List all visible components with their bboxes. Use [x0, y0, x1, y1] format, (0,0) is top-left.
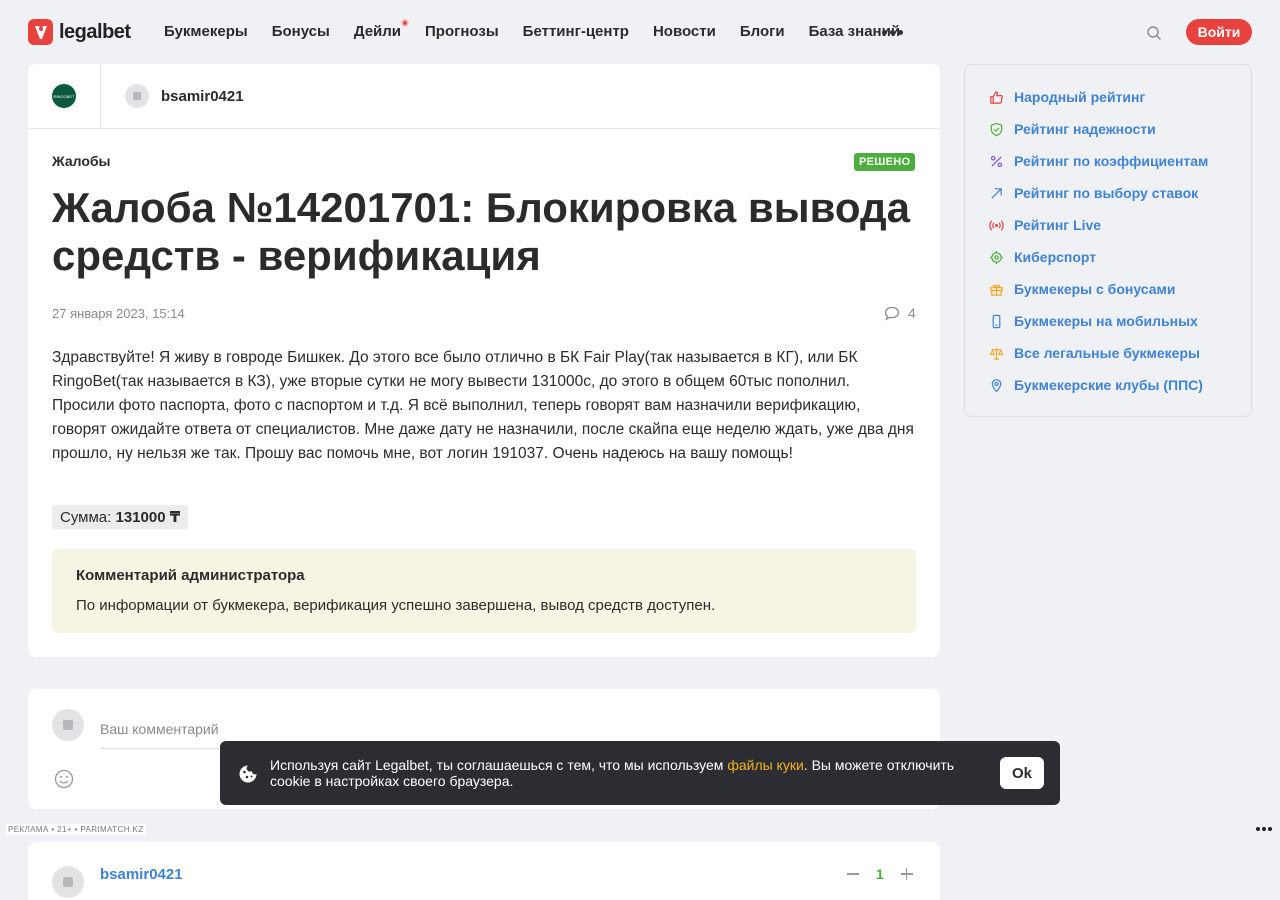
sidebar-item-mobile-bookmakers[interactable]: Букмекеры на мобильных [989, 313, 1198, 329]
complaint-card: RINGOBET bsamir0421 Жалобы РЕШЕНО Жалоба… [28, 64, 940, 657]
sidebar-item-label: Букмекерские клубы (ППС) [1014, 377, 1203, 393]
nav-item-news[interactable]: Новости [653, 23, 716, 40]
header: legalbet Букмекеры Бонусы Дейли Прогнозы… [0, 0, 1280, 64]
admin-comment-title: Комментарий администратора [76, 567, 305, 584]
search-icon[interactable] [1146, 25, 1162, 41]
user-avatar [52, 709, 84, 741]
sidebar-item-label: Все легальные букмекеры [1014, 345, 1200, 361]
sidebar-item-label: Букмекеры с бонусами [1014, 281, 1176, 297]
nav-item-blogs[interactable]: Блоги [740, 23, 785, 40]
arrow-up-right-icon [991, 187, 1002, 199]
sidebar-item-people-rating[interactable]: Народный рейтинг [989, 89, 1145, 105]
bookmaker-logo[interactable]: RINGOBET [52, 84, 76, 108]
vote-count: 1 [876, 866, 884, 882]
sidebar-item-live-rating[interactable]: Рейтинг Live [989, 217, 1101, 233]
sidebar-item-label: Рейтинг по выбору ставок [1014, 185, 1199, 201]
commenter-avatar[interactable] [52, 866, 84, 898]
cookie-ok-button[interactable]: Ok [1000, 757, 1044, 789]
cookie-policy-link[interactable]: файлы куки [727, 757, 803, 773]
nav-item-daily[interactable]: Дейли [353, 19, 410, 40]
sidebar-item-odds-rating[interactable]: Рейтинг по коэффициентам [989, 153, 1208, 169]
login-button[interactable]: Войти [1186, 19, 1252, 45]
main-nav: Букмекеры Бонусы Дейли Прогнозы Беттинг-… [164, 19, 924, 40]
vote-up-button[interactable] [900, 865, 914, 883]
nav-item-daily-label: Дейли [353, 23, 402, 40]
complaint-date: 27 января 2023, 15:14 [52, 306, 185, 321]
logo[interactable]: legalbet [28, 19, 131, 45]
sidebar-item-label: Киберспорт [1014, 249, 1097, 265]
admin-comment: Комментарий администратора По информации… [52, 549, 916, 633]
nav-item-predictions[interactable]: Прогнозы [425, 23, 499, 40]
sidebar-item-bet-choice-rating[interactable]: Рейтинг по выбору ставок [989, 185, 1198, 201]
sidebar-item-label: Букмекеры на мобильных [1014, 313, 1198, 329]
location-pin-icon [991, 378, 1002, 393]
nav-item-betting-center[interactable]: Беттинг-центр [523, 23, 629, 40]
sidebar-item-label: Рейтинг надежности [1014, 121, 1156, 137]
shield-check-icon [990, 122, 1003, 136]
sidebar-item-label: Рейтинг по коэффициентам [1014, 153, 1209, 169]
target-icon [989, 250, 1004, 264]
comment-entry: bsamir0421 1 [28, 842, 940, 900]
ratings-sidebar: Народный рейтинг Рейтинг надежности Рейт… [964, 64, 1252, 417]
gift-icon [990, 284, 1003, 296]
amount: Сумма: 131000 ₸ [52, 505, 189, 529]
sidebar-item-bonus-bookmakers[interactable]: Букмекеры с бонусами [989, 281, 1175, 297]
thumb-up-icon [990, 90, 1003, 104]
status-badge: РЕШЕНО [854, 153, 916, 171]
page-title: Жалоба №14201701: Блокировка вывода сред… [52, 184, 910, 279]
notification-dot-icon [401, 19, 410, 27]
complaint-header: RINGOBET bsamir0421 [28, 64, 940, 129]
comments-count[interactable]: 4 [884, 305, 916, 321]
sidebar-item-legal-bookmakers[interactable]: Все легальные букмекеры [989, 345, 1200, 361]
emoji-icon[interactable] [54, 769, 74, 789]
more-menu-icon[interactable] [882, 30, 903, 35]
commenter-name[interactable]: bsamir0421 [100, 866, 183, 883]
comment-bubble-icon [884, 306, 900, 321]
nav-item-bookmakers[interactable]: Букмекеры [164, 23, 248, 40]
author-avatar[interactable] [125, 84, 149, 108]
cookie-banner: Используя сайт Legalbet, ты соглашаешься… [220, 741, 1060, 805]
logo-text: legalbet [59, 20, 131, 43]
cookie-icon [239, 765, 257, 783]
complaint-body: Здравствуйте! Я живу в говроде Бишкек. Д… [52, 349, 914, 462]
scales-icon [989, 347, 1004, 360]
amount-label: Сумма: [60, 509, 112, 526]
cookie-text-before: Используя сайт Legalbet, ты соглашаешься… [270, 757, 728, 773]
sidebar-item-esports[interactable]: Киберспорт [989, 249, 1096, 265]
comments-count-value: 4 [908, 305, 916, 321]
ad-options-icon[interactable] [1256, 827, 1272, 831]
percent-icon [990, 155, 1003, 167]
divider [100, 64, 101, 129]
mobile-icon [992, 314, 1001, 328]
author-name[interactable]: bsamir0421 [161, 88, 244, 105]
sidebar-item-reliability-rating[interactable]: Рейтинг надежности [989, 121, 1156, 137]
broadcast-icon [989, 219, 1004, 231]
vote-down-button[interactable] [846, 865, 860, 883]
sidebar-item-bookmaker-clubs[interactable]: Букмекерские клубы (ППС) [989, 377, 1203, 393]
ad-label: РЕКЛАМА • 21+ • PARIMATCH.KZ [6, 824, 146, 835]
nav-item-bonuses[interactable]: Бонусы [272, 23, 330, 40]
logo-mark-icon [28, 19, 53, 45]
category-link[interactable]: Жалобы [52, 153, 110, 169]
sidebar-item-label: Народный рейтинг [1014, 89, 1146, 105]
admin-comment-text: По информации от букмекера, верификация … [76, 597, 716, 614]
vote-control: 1 [846, 865, 914, 883]
sidebar-item-label: Рейтинг Live [1014, 217, 1102, 233]
amount-value: 131000 ₸ [115, 509, 181, 526]
cookie-text: Используя сайт Legalbet, ты соглашаешься… [270, 757, 980, 789]
